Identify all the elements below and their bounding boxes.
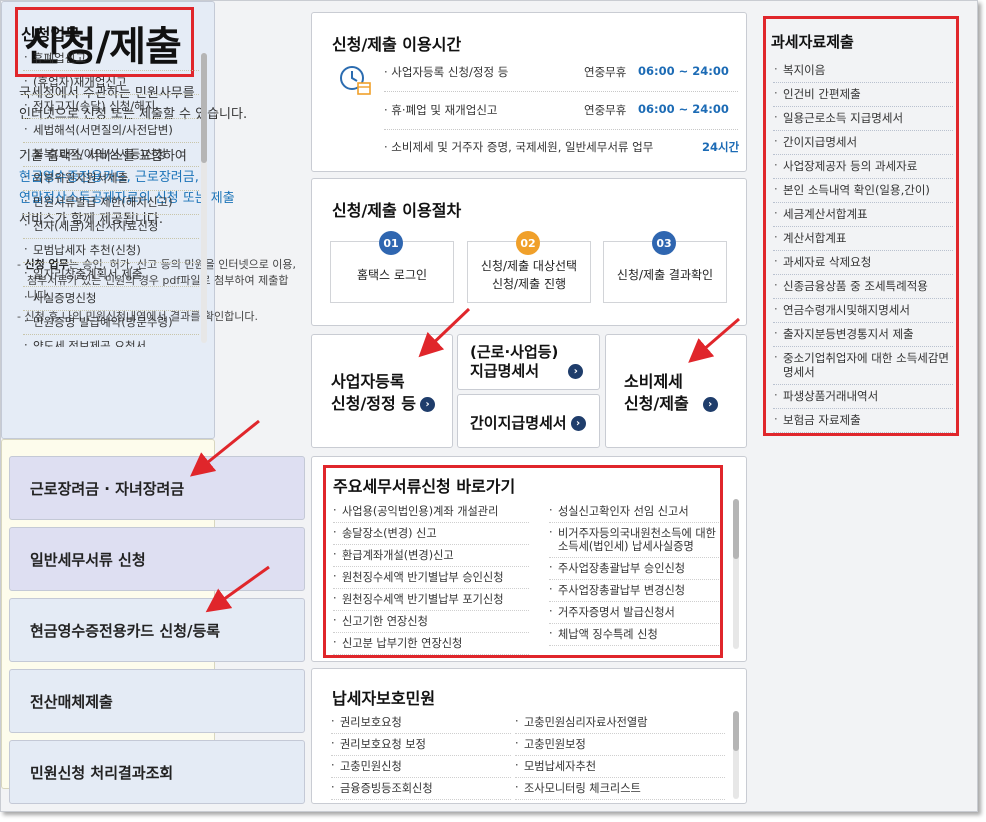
- apply-link[interactable]: 사실증명신청: [23, 287, 199, 311]
- nav-earned-income-credit[interactable]: 근로장려금 · 자녀장려금: [9, 456, 305, 520]
- nav-electronic-media-submit[interactable]: 전산매체제출: [9, 669, 305, 733]
- major-docs-left-list: 사업용(공익법인용)계좌 개설관리 송달장소(변경) 신고 환급계좌개설(변경)…: [333, 501, 529, 655]
- procedure-panel: 신청/제출 이용절차 01 홈택스 로그인 02 신청/제출 대상선택 신청/제출…: [311, 178, 747, 326]
- nav-general-tax-docs[interactable]: 일반세무서류 신청: [9, 527, 305, 591]
- protection-right-list: 고충민원심리자료사전열람 고충민원보정 모범납세자추천 조사모니터링 체크리스트: [515, 712, 725, 800]
- protection-link[interactable]: 고충민원보정: [515, 734, 725, 756]
- tax-item[interactable]: 과세자료 삭제요청: [773, 251, 953, 275]
- major-doc-link[interactable]: 거주자증명서 발급신청서: [549, 602, 719, 624]
- apply-link[interactable]: 일자리창출계획서 제출: [23, 263, 199, 287]
- wage-statement-button[interactable]: (근로·사업등) 지급명세서 ›: [457, 334, 600, 390]
- major-docs-title: 주요세무서류신청 바로가기: [333, 477, 516, 496]
- step-number-2: 02: [516, 231, 540, 255]
- apply-link[interactable]: 전자고지(송달) 신청/해지: [23, 95, 199, 119]
- tax-item[interactable]: 간이지급명세서: [773, 131, 953, 155]
- tax-item[interactable]: 사업장제공자 등의 과세자료: [773, 155, 953, 179]
- protection-link[interactable]: 고충민원신청: [331, 756, 511, 778]
- apply-work-list: 휴폐업신고 (휴업자)재개업신고 전자고지(송달) 신청/해지 세법해석(서면질…: [23, 47, 199, 347]
- protection-scrollbar[interactable]: [733, 711, 739, 799]
- procedure-title: 신청/제출 이용절차: [332, 201, 462, 220]
- apply-link[interactable]: 전자(세금)계산서자료신청: [23, 215, 199, 239]
- major-doc-link[interactable]: 주사업장총괄납부 승인신청: [549, 558, 719, 580]
- major-docs-right-list: 성실신고확인자 선임 신고서 비거주자등의국내원천소득에 대한 소득세(법인세)…: [549, 501, 719, 653]
- go-arrow-icon: ›: [420, 397, 436, 412]
- apply-link[interactable]: 모범납세자 추천(신청): [23, 239, 199, 263]
- major-doc-link[interactable]: 송달장소(변경) 신고: [333, 523, 529, 545]
- major-doc-link[interactable]: 원천징수세액 반기별납부 포기신청: [333, 589, 529, 611]
- apply-link[interactable]: 휴폐업신고: [23, 47, 199, 71]
- apply-link[interactable]: 양도세 정보제공 요청서: [23, 335, 199, 347]
- tax-data-title: 과세자료제출: [771, 33, 854, 51]
- apply-link[interactable]: (휴업자)재개업신고: [23, 71, 199, 95]
- major-doc-link[interactable]: 성실신고확인자 선임 신고서: [549, 501, 719, 523]
- apply-link[interactable]: 민원서류발급 제한(해지신고): [23, 191, 199, 215]
- taxpayer-protection-title: 납세자보호민원: [332, 689, 436, 708]
- tax-item[interactable]: 신종금융상품 중 조세특례적용: [773, 275, 953, 299]
- protection-link[interactable]: 모범납세자추천: [515, 756, 725, 778]
- apply-work-title: 신청업무: [21, 25, 80, 44]
- go-arrow-icon: ›: [702, 397, 718, 412]
- tax-item[interactable]: 중소기업취업자에 대한 소득세감면명세서: [773, 347, 953, 385]
- apply-link[interactable]: 세법해석(서면질의/사전답변): [23, 119, 199, 143]
- protection-link[interactable]: 권리보호요청 보정: [331, 734, 511, 756]
- protection-link[interactable]: 권리보호요청: [331, 712, 511, 734]
- major-docs-scrollbar[interactable]: [733, 499, 739, 649]
- consumption-tax-button[interactable]: 소비제세 신청/제출 ›: [605, 334, 747, 448]
- tax-item[interactable]: 보험금 자료제출: [773, 409, 953, 433]
- usage-time-title: 신청/제출 이용시간: [332, 35, 462, 54]
- step-number-3: 03: [652, 231, 676, 255]
- go-arrow-icon: ›: [568, 364, 584, 379]
- protection-link[interactable]: 금융증빙등조회신청: [331, 778, 511, 800]
- major-doc-link[interactable]: 주사업장총괄납부 변경신청: [549, 580, 719, 602]
- nav-application-result-lookup[interactable]: 민원신청 처리결과조회: [9, 740, 305, 804]
- major-doc-link[interactable]: 사업용(공익법인용)계좌 개설관리: [333, 501, 529, 523]
- tax-item[interactable]: 복지이음: [773, 59, 953, 83]
- protection-link[interactable]: 조사모니터링 체크리스트: [515, 778, 725, 800]
- apply-link[interactable]: 민원증명 발급예약(방문수령): [23, 311, 199, 335]
- major-doc-link[interactable]: 원천징수세액 반기별납부 승인신청: [333, 567, 529, 589]
- tax-item[interactable]: 계산서합계표: [773, 227, 953, 251]
- tax-item[interactable]: 인건비 간편제출: [773, 83, 953, 107]
- apply-link[interactable]: 외부위원지원서제출: [23, 167, 199, 191]
- major-doc-link[interactable]: 환급계좌개설(변경)신고: [333, 545, 529, 567]
- tax-item[interactable]: 세금계산서합계표: [773, 203, 953, 227]
- tax-item[interactable]: 본인 소득내역 확인(일용,간이): [773, 179, 953, 203]
- nav-cash-receipt-card[interactable]: 현금영수증전용카드 신청/등록: [9, 598, 305, 662]
- tax-item[interactable]: 일용근로소득 지급명세서: [773, 107, 953, 131]
- apply-link[interactable]: 불복(과적/이의/심사등)신청: [23, 143, 199, 167]
- protection-left-list: 권리보호요청 권리보호요청 보정 고충민원신청 금융증빙등조회신청: [331, 712, 511, 800]
- biz-registration-button[interactable]: 사업자등록 신청/정정 등 ›: [311, 334, 453, 448]
- major-doc-link[interactable]: 체납액 징수특례 신청: [549, 624, 719, 646]
- apply-work-scrollbar[interactable]: [201, 53, 207, 343]
- tax-data-list: 복지이음 인건비 간편제출 일용근로소득 지급명세서 간이지급명세서 사업장제공…: [773, 59, 953, 433]
- major-doc-link[interactable]: 신고분 납부기한 연장신청: [333, 633, 529, 655]
- major-doc-link[interactable]: 신고기한 연장신청: [333, 611, 529, 633]
- clock-calendar-icon: [340, 66, 371, 95]
- step-number-1: 01: [379, 231, 403, 255]
- tax-item[interactable]: 연금수령개시및해지명세서: [773, 299, 953, 323]
- protection-link[interactable]: 고충민원심리자료사전열람: [515, 712, 725, 734]
- tax-item[interactable]: 출자지분등변경통지서 제출: [773, 323, 953, 347]
- usage-time-panel: 신청/제출 이용시간 · 사업자등록 신청/정정 등 연중무휴 06:00 ~ …: [311, 12, 747, 172]
- major-doc-link[interactable]: 비거주자등의국내원천소득에 대한 소득세(법인세) 납세사실증명: [549, 523, 719, 558]
- tax-item[interactable]: 파생상품거래내역서: [773, 385, 953, 409]
- page-frame: 신청/제출 국세청에서 주관하는 민원사무를 인터넷으로 신청 또는 제출할 수…: [0, 0, 978, 812]
- simple-wage-statement-button[interactable]: 간이지급명세서 ›: [457, 394, 600, 448]
- go-arrow-icon: ›: [570, 416, 586, 431]
